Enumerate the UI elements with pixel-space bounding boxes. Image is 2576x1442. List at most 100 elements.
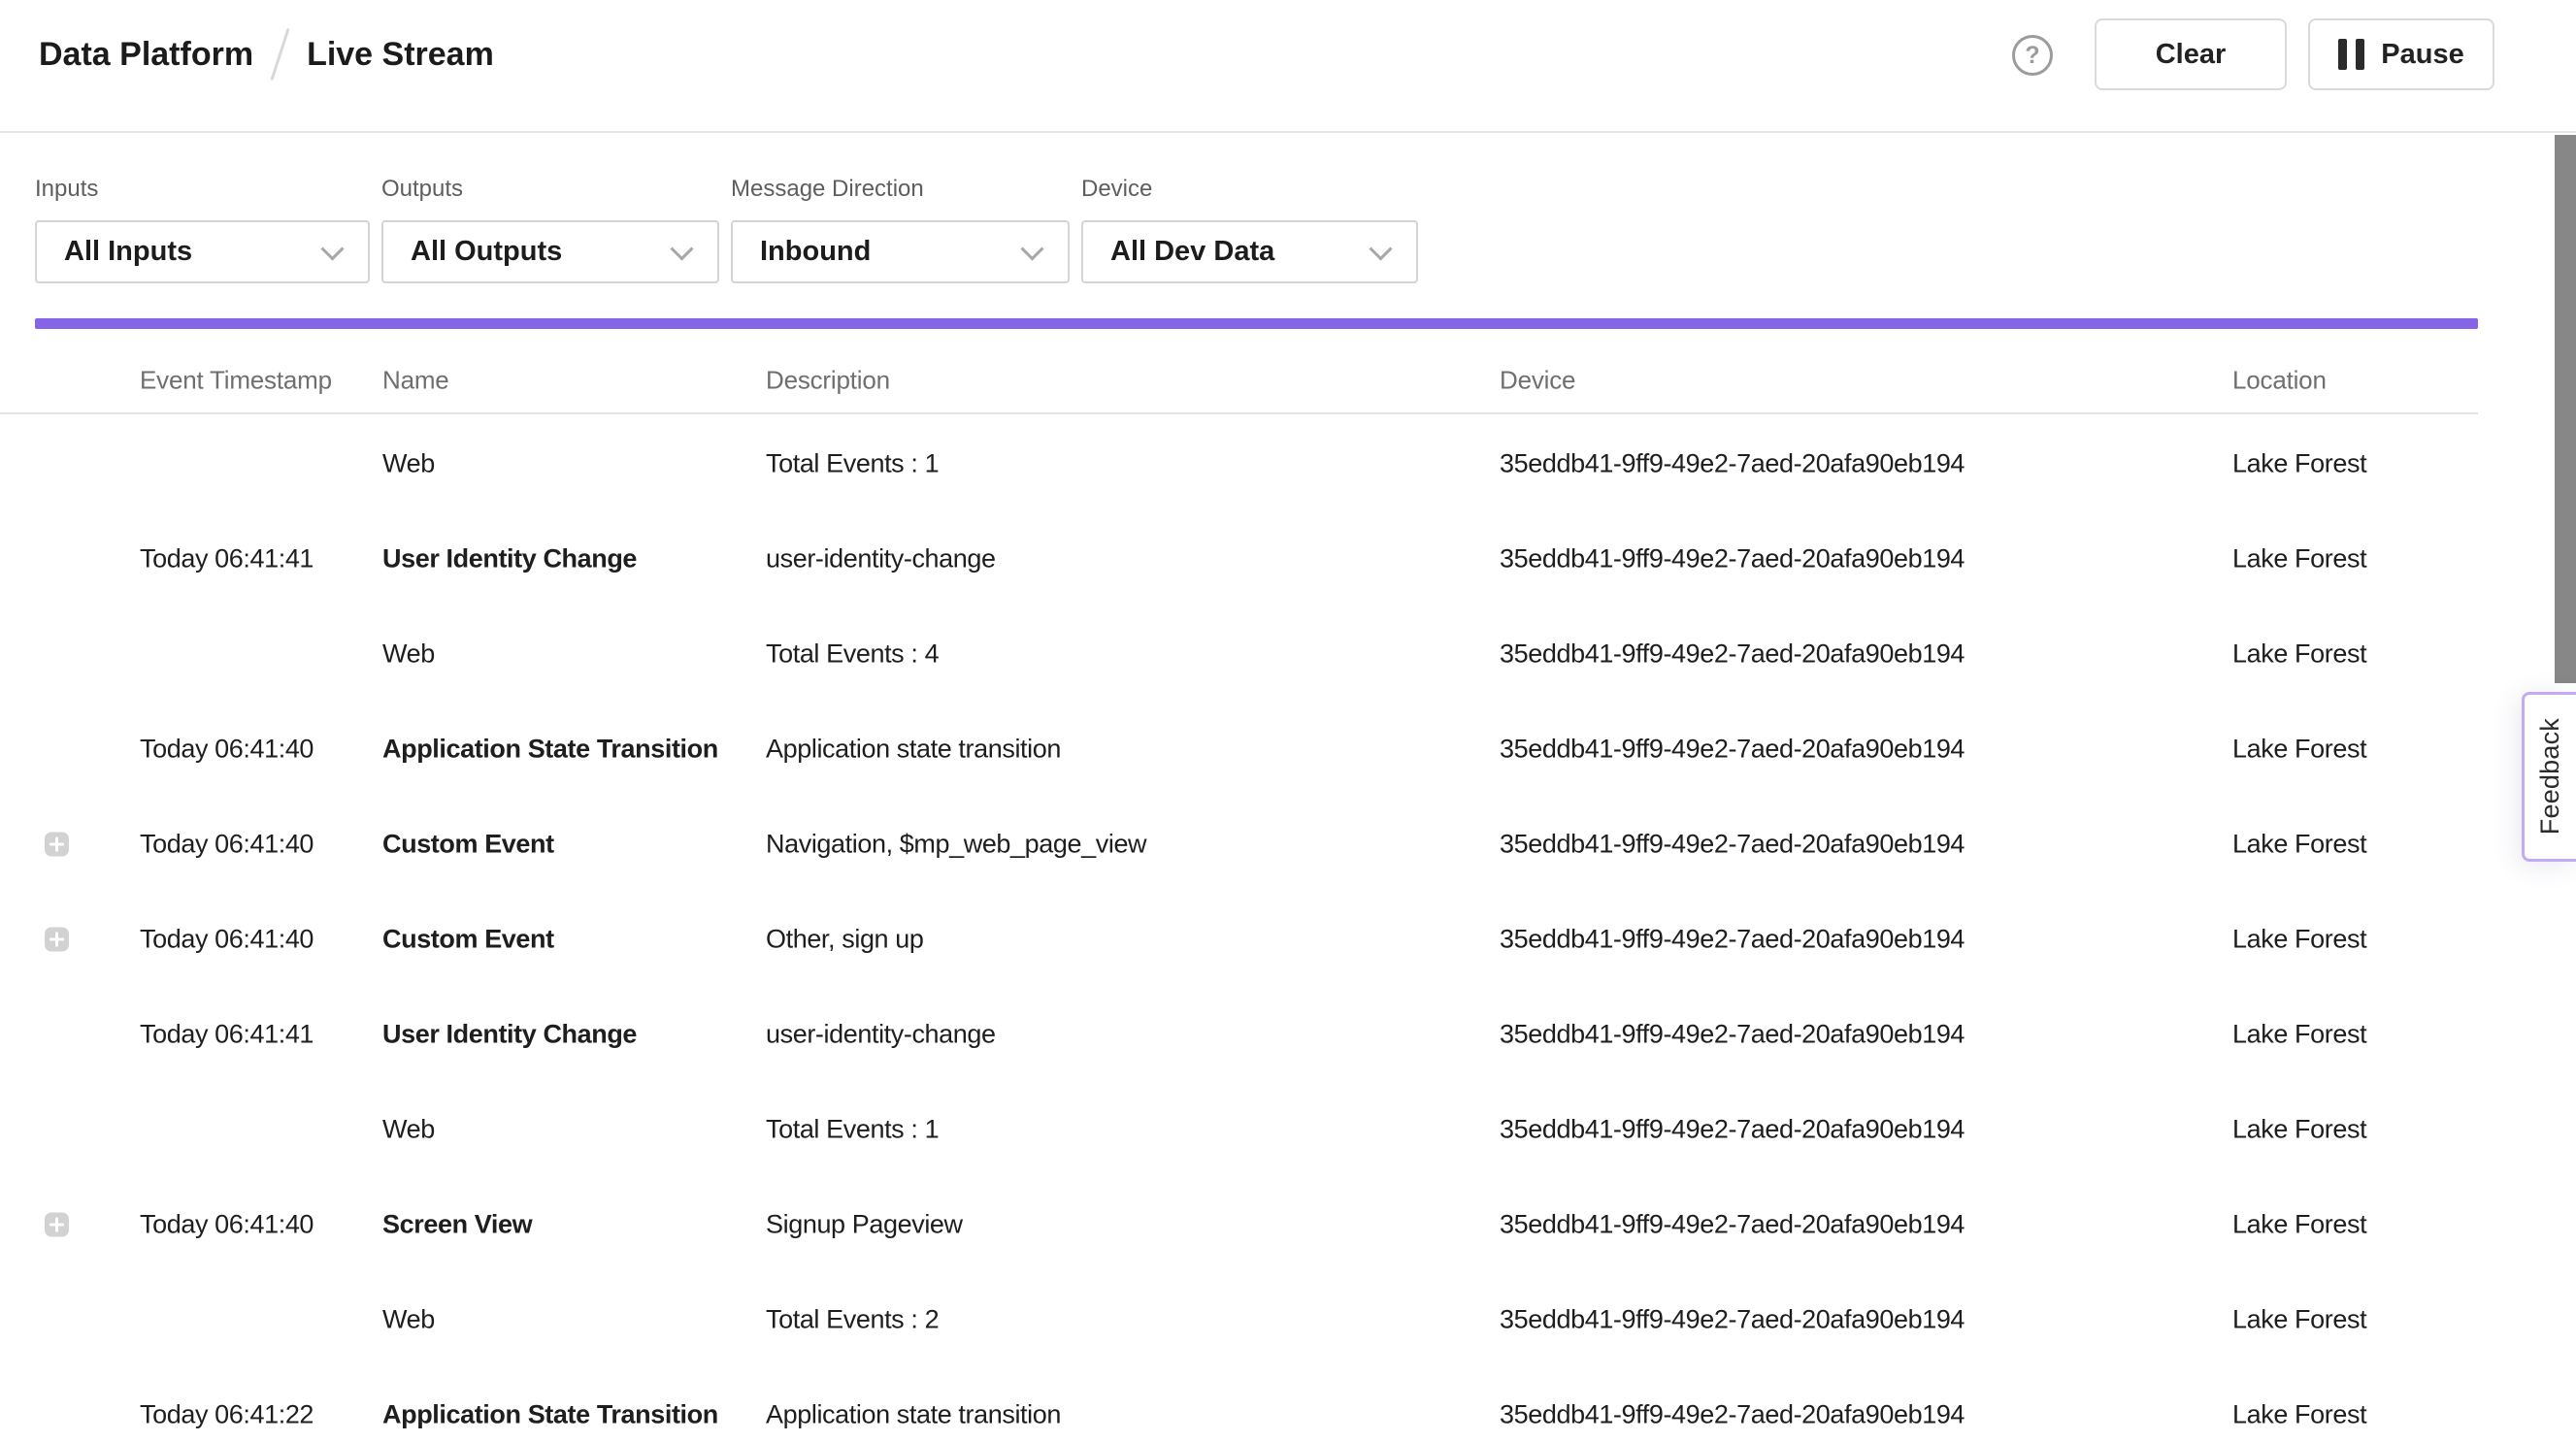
cell-description: Total Events : 4 [766, 639, 939, 670]
cell-description: Total Events : 1 [766, 449, 939, 479]
table-row: Web Total Events : 1 35eddb41-9ff9-49e2-7a… [0, 416, 2576, 511]
cell-description: Total Events : 2 [766, 1305, 939, 1335]
message-direction-select[interactable]: Inbound [731, 220, 1070, 283]
table-row: Today 06:41:40 Screen View Signup Pageview… [0, 1177, 2576, 1272]
cell-name: Web [382, 1305, 435, 1335]
breadcrumb-data-platform[interactable]: Data Platform [39, 38, 253, 71]
cell-device: 35eddb41-9ff9-49e2-7aed-20afa90eb194 [1500, 1115, 1965, 1145]
outputs-select-value: All Outputs [411, 236, 562, 268]
cell-name: Custom Event [382, 925, 554, 955]
breadcrumb-live-stream: Live Stream [307, 38, 494, 71]
cell-location: Lake Forest [2232, 1020, 2366, 1050]
cell-name: Web [382, 449, 435, 479]
cell-name: Web [382, 639, 435, 670]
table-row: Today 06:41:41User Identity Changeuser-i… [0, 987, 2576, 1082]
cell-location: Lake Forest [2232, 1115, 2366, 1145]
table-row: Today 06:41:40 Custom Event Other, sign up… [0, 892, 2576, 987]
cell-location: Lake Forest [2232, 1305, 2366, 1335]
expand-row-button[interactable] [45, 928, 69, 952]
cell-device: 35eddb41-9ff9-49e2-7aed-20afa90eb194 [1500, 449, 1965, 479]
message-direction-select-value: Inbound [760, 236, 871, 268]
cell-device: 35eddb41-9ff9-49e2-7aed-20afa90eb194 [1500, 925, 1965, 955]
filter-message-direction: Message Direction Inbound [731, 175, 1070, 283]
expand-row-button[interactable] [45, 833, 69, 857]
chevron-down-icon [670, 237, 693, 260]
device-select[interactable]: All Dev Data [1081, 220, 1418, 283]
cell-description: Navigation, $mp_web_page_view [766, 830, 1146, 860]
breadcrumb-separator-icon [270, 28, 289, 81]
pause-button[interactable]: Pause [2308, 18, 2494, 90]
filter-inputs: Inputs All Inputs [35, 175, 370, 283]
cell-name: User Identity Change [382, 544, 637, 574]
page-header: Data Platform Live Stream ? Clear Pause [0, 0, 2576, 133]
cell-device: 35eddb41-9ff9-49e2-7aed-20afa90eb194 [1500, 1305, 1965, 1335]
expand-row-button[interactable] [45, 1213, 69, 1237]
cell-location: Lake Forest [2232, 925, 2366, 955]
cell-timestamp: Today 06:41:40 [140, 925, 314, 955]
cell-timestamp: Today 06:41:40 [140, 735, 314, 765]
cell-name: Web [382, 1115, 435, 1145]
filter-label-message-direction: Message Direction [731, 175, 1070, 204]
cell-timestamp: Today 06:41:40 [140, 830, 314, 860]
cell-timestamp: Today 06:41:41 [140, 1020, 314, 1050]
cell-timestamp: Today 06:41:22 [140, 1400, 314, 1430]
filter-outputs: Outputs All Outputs [381, 175, 719, 283]
filter-label-inputs: Inputs [35, 175, 370, 204]
chevron-down-icon [320, 237, 344, 260]
cell-name: Application State Transition [382, 1400, 718, 1430]
cell-device: 35eddb41-9ff9-49e2-7aed-20afa90eb194 [1500, 544, 1965, 574]
column-header-description: Description [766, 366, 890, 396]
cell-name: Custom Event [382, 830, 554, 860]
table-body: Web Total Events : 1 35eddb41-9ff9-49e2-7a… [0, 416, 2576, 1442]
cell-location: Lake Forest [2232, 1210, 2366, 1240]
pause-icon [2338, 39, 2364, 70]
cell-description: Application state transition [766, 1400, 1061, 1430]
filter-label-device: Device [1081, 175, 1418, 204]
filter-label-outputs: Outputs [381, 175, 719, 204]
table-row: Today 06:41:41User Identity Changeuser-i… [0, 511, 2576, 606]
plus-icon [50, 1218, 64, 1232]
column-header-name: Name [382, 366, 449, 396]
cell-description: Other, sign up [766, 925, 924, 955]
cell-description: Signup Pageview [766, 1210, 963, 1240]
column-header-location: Location [2232, 366, 2327, 396]
cell-timestamp: Today 06:41:40 [140, 1210, 314, 1240]
cell-timestamp: Today 06:41:41 [140, 544, 314, 574]
table-row: Today 06:41:40 Custom Event Navigation, $m… [0, 797, 2576, 892]
live-stream-accent-bar [35, 318, 2478, 329]
outputs-select[interactable]: All Outputs [381, 220, 719, 283]
help-icon[interactable]: ? [2012, 35, 2053, 76]
cell-location: Lake Forest [2232, 639, 2366, 670]
column-header-device: Device [1500, 366, 1575, 396]
cell-location: Lake Forest [2232, 830, 2366, 860]
inputs-select-value: All Inputs [64, 236, 192, 268]
clear-button[interactable]: Clear [2095, 18, 2287, 90]
cell-name: Application State Transition [382, 735, 718, 765]
cell-name: Screen View [382, 1210, 532, 1240]
inputs-select[interactable]: All Inputs [35, 220, 370, 283]
filter-device: Device All Dev Data [1081, 175, 1418, 283]
vertical-scrollbar[interactable] [2555, 135, 2576, 683]
cell-name: User Identity Change [382, 1020, 637, 1050]
table-header: Event Timestamp Name Description Device … [0, 348, 2478, 414]
device-select-value: All Dev Data [1110, 236, 1274, 268]
cell-location: Lake Forest [2232, 449, 2366, 479]
cell-location: Lake Forest [2232, 735, 2366, 765]
cell-device: 35eddb41-9ff9-49e2-7aed-20afa90eb194 [1500, 1400, 1965, 1430]
feedback-tab-label: Feedback [2535, 718, 2565, 835]
table-row: Web Total Events : 1 35eddb41-9ff9-49e2-7a… [0, 1082, 2576, 1177]
cell-description: Application state transition [766, 735, 1061, 765]
cell-device: 35eddb41-9ff9-49e2-7aed-20afa90eb194 [1500, 735, 1965, 765]
cell-device: 35eddb41-9ff9-49e2-7aed-20afa90eb194 [1500, 1020, 1965, 1050]
breadcrumb: Data Platform Live Stream [39, 0, 494, 109]
cell-description: Total Events : 1 [766, 1115, 939, 1145]
plus-icon [50, 933, 64, 947]
cell-device: 35eddb41-9ff9-49e2-7aed-20afa90eb194 [1500, 639, 1965, 670]
plus-icon [50, 837, 64, 852]
pause-button-label: Pause [2381, 39, 2463, 71]
feedback-tab[interactable]: Feedback [2522, 692, 2576, 862]
cell-location: Lake Forest [2232, 544, 2366, 574]
cell-device: 35eddb41-9ff9-49e2-7aed-20afa90eb194 [1500, 830, 1965, 860]
cell-device: 35eddb41-9ff9-49e2-7aed-20afa90eb194 [1500, 1210, 1965, 1240]
table-row: Today 06:41:40 Application State Transiti… [0, 702, 2576, 797]
